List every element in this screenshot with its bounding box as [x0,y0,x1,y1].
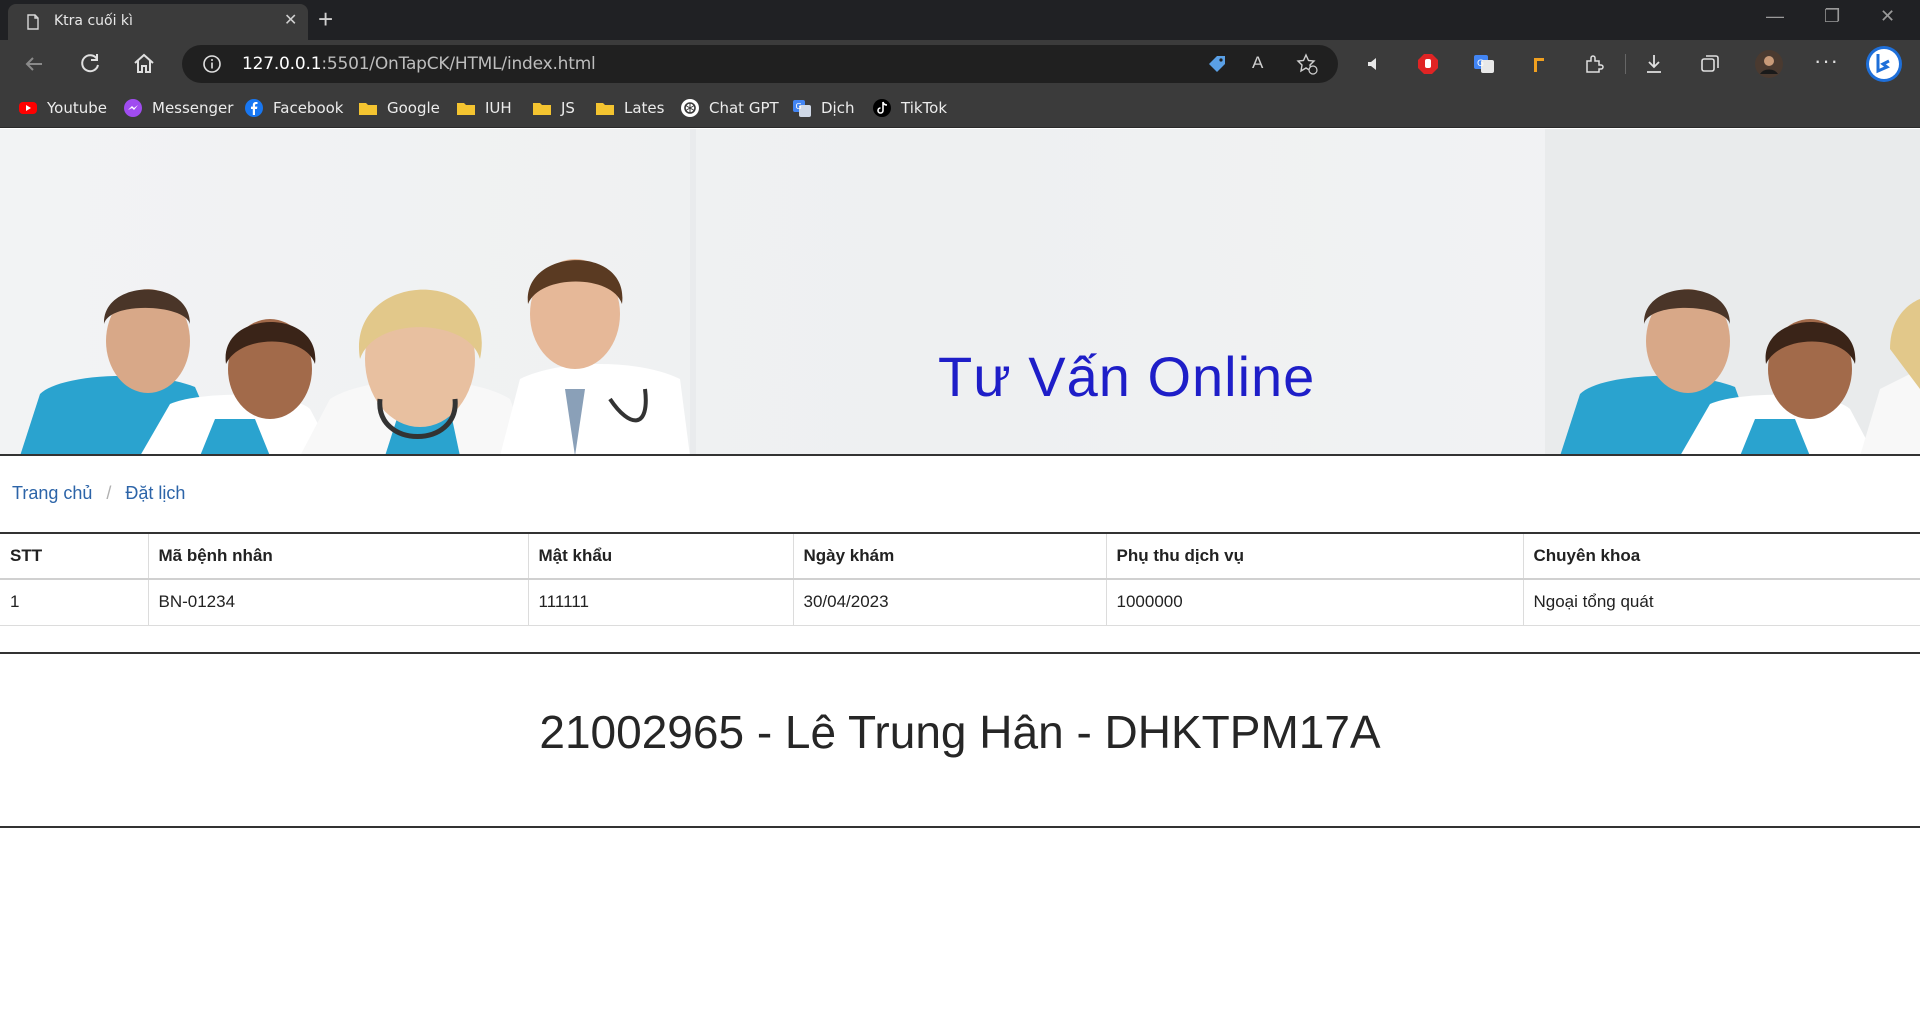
page-icon [27,14,39,30]
cell-stt: 1 [0,578,149,626]
bookmark-label: Youtube [47,99,107,117]
profile-avatar[interactable] [1754,49,1784,79]
table-header-row: STT Mã bệnh nhân Mật khẩu Ngày khám Phụ … [0,532,1920,580]
more-options-icon[interactable]: ··· [1814,48,1839,74]
bookmark-translate[interactable]: G Dịch [792,96,854,120]
bookmark-label: JS [561,99,575,117]
web-page: Tư Vấn Online Trang chủ / Đặt lịch STT M… [0,129,1920,1020]
breadcrumb: Trang chủ / Đặt lịch [12,483,185,504]
header-patient-id: Mã bệnh nhân [147,532,529,580]
extensions-icon[interactable] [1582,52,1606,76]
svg-text:G: G [1477,59,1484,69]
header-stt: STT [0,532,149,580]
collections-icon[interactable] [1698,52,1722,76]
browser-tab[interactable]: Ktra cuối kì ✕ [8,4,308,40]
cell-password: 111111 [527,578,794,626]
appointment-table: STT Mã bệnh nhân Mật khẩu Ngày khám Phụ … [0,532,1920,626]
chatgpt-icon [681,99,699,117]
table-row: 1 BN-01234 111111 30/04/2023 1000000 Ngo… [0,578,1920,626]
bookmarks-bar: Youtube Messenger Facebook Google IUH JS… [0,88,1920,128]
minimize-icon[interactable]: — [1766,6,1784,27]
new-tab-icon[interactable]: + [318,4,333,34]
bookmark-messenger[interactable]: Messenger [123,96,233,120]
header-exam-date: Ngày khám [792,532,1107,580]
facebook-icon [245,99,263,117]
coupon-tag-icon[interactable] [1206,53,1228,75]
bookmark-label: Lates [624,99,665,117]
cell-service-fee: 1000000 [1105,578,1524,626]
bookmark-label: TikTok [901,99,948,117]
footer-top-rule [0,652,1920,654]
toolbar-divider [1625,54,1626,74]
bookmark-label: Chat GPT [709,99,779,117]
bookmark-folder-google[interactable]: Google [358,96,440,120]
header-specialty: Chuyên khoa [1522,532,1920,580]
tab-close-icon[interactable]: ✕ [284,12,297,30]
banner: Tư Vấn Online [0,129,1920,456]
address-url: 127.0.0.1:5501/OnTapCK/HTML/index.html [242,54,596,74]
speaker-icon[interactable] [1362,52,1386,76]
bookmark-folder-lates[interactable]: Lates [595,96,664,120]
footer-student-info: 21002965 - Lê Trung Hân - DHKTPM17A [539,706,1381,758]
tiktok-icon [873,99,891,117]
bookmark-folder-iuh[interactable]: IUH [456,96,512,120]
footer-bottom-rule [0,826,1920,828]
google-translate-icon[interactable]: G [1472,52,1496,76]
translate-icon: G [793,100,811,117]
bookmark-facebook[interactable]: Facebook [244,96,343,120]
folder-icon [533,103,551,115]
breadcrumb-home-link[interactable]: Trang chủ [12,483,92,504]
bookmark-folder-js[interactable]: JS [532,96,575,120]
browser-tab-bar: Ktra cuối kì ✕ + — ❐ ✕ [0,0,1920,40]
bing-chat-icon[interactable] [1864,44,1904,84]
bookmark-youtube[interactable]: Youtube [18,96,107,120]
back-icon[interactable] [20,50,48,78]
cell-patient-id: BN-01234 [147,578,529,626]
folder-icon [457,103,475,115]
bookmark-label: Dịch [821,99,855,117]
reload-icon[interactable] [76,50,104,78]
youtube-icon [19,102,37,114]
address-bar[interactable]: 127.0.0.1:5501/OnTapCK/HTML/index.html A [182,45,1338,83]
close-window-icon[interactable]: ✕ [1880,6,1895,27]
bookmark-tiktok[interactable]: TikTok [872,96,947,120]
favorite-add-icon[interactable] [1296,53,1318,75]
cell-exam-date: 30/04/2023 [792,578,1107,626]
header-password: Mật khẩu [527,532,794,580]
banner-title: Tư Vấn Online [938,345,1316,408]
bookmark-label: Google [387,99,440,117]
home-icon[interactable] [130,50,158,78]
bookmark-chatgpt[interactable]: Chat GPT [680,96,779,120]
color-picker-icon[interactable] [1528,52,1552,76]
site-info-icon[interactable] [202,54,222,74]
bookmark-label: Messenger [152,99,234,117]
adblock-icon[interactable] [1416,52,1440,76]
cell-specialty: Ngoại tổng quát [1522,578,1920,626]
browser-toolbar: 127.0.0.1:5501/OnTapCK/HTML/index.html A… [0,40,1920,88]
bookmark-label: IUH [485,99,512,117]
breadcrumb-separator: / [106,483,112,503]
folder-icon [359,103,377,115]
folder-icon [596,103,614,115]
tab-title: Ktra cuối kì [54,13,133,29]
restore-icon[interactable]: ❐ [1824,6,1840,27]
messenger-icon [124,99,142,117]
downloads-icon[interactable] [1642,52,1666,76]
read-aloud-icon[interactable]: A [1252,53,1274,75]
bookmark-label: Facebook [273,99,344,117]
breadcrumb-current-link[interactable]: Đặt lịch [125,483,185,504]
header-service-fee: Phụ thu dịch vụ [1105,532,1524,580]
svg-text:G: G [796,102,802,111]
url-path: :5501/OnTapCK/HTML/index.html [321,54,596,74]
url-host: 127.0.0.1 [242,54,322,74]
